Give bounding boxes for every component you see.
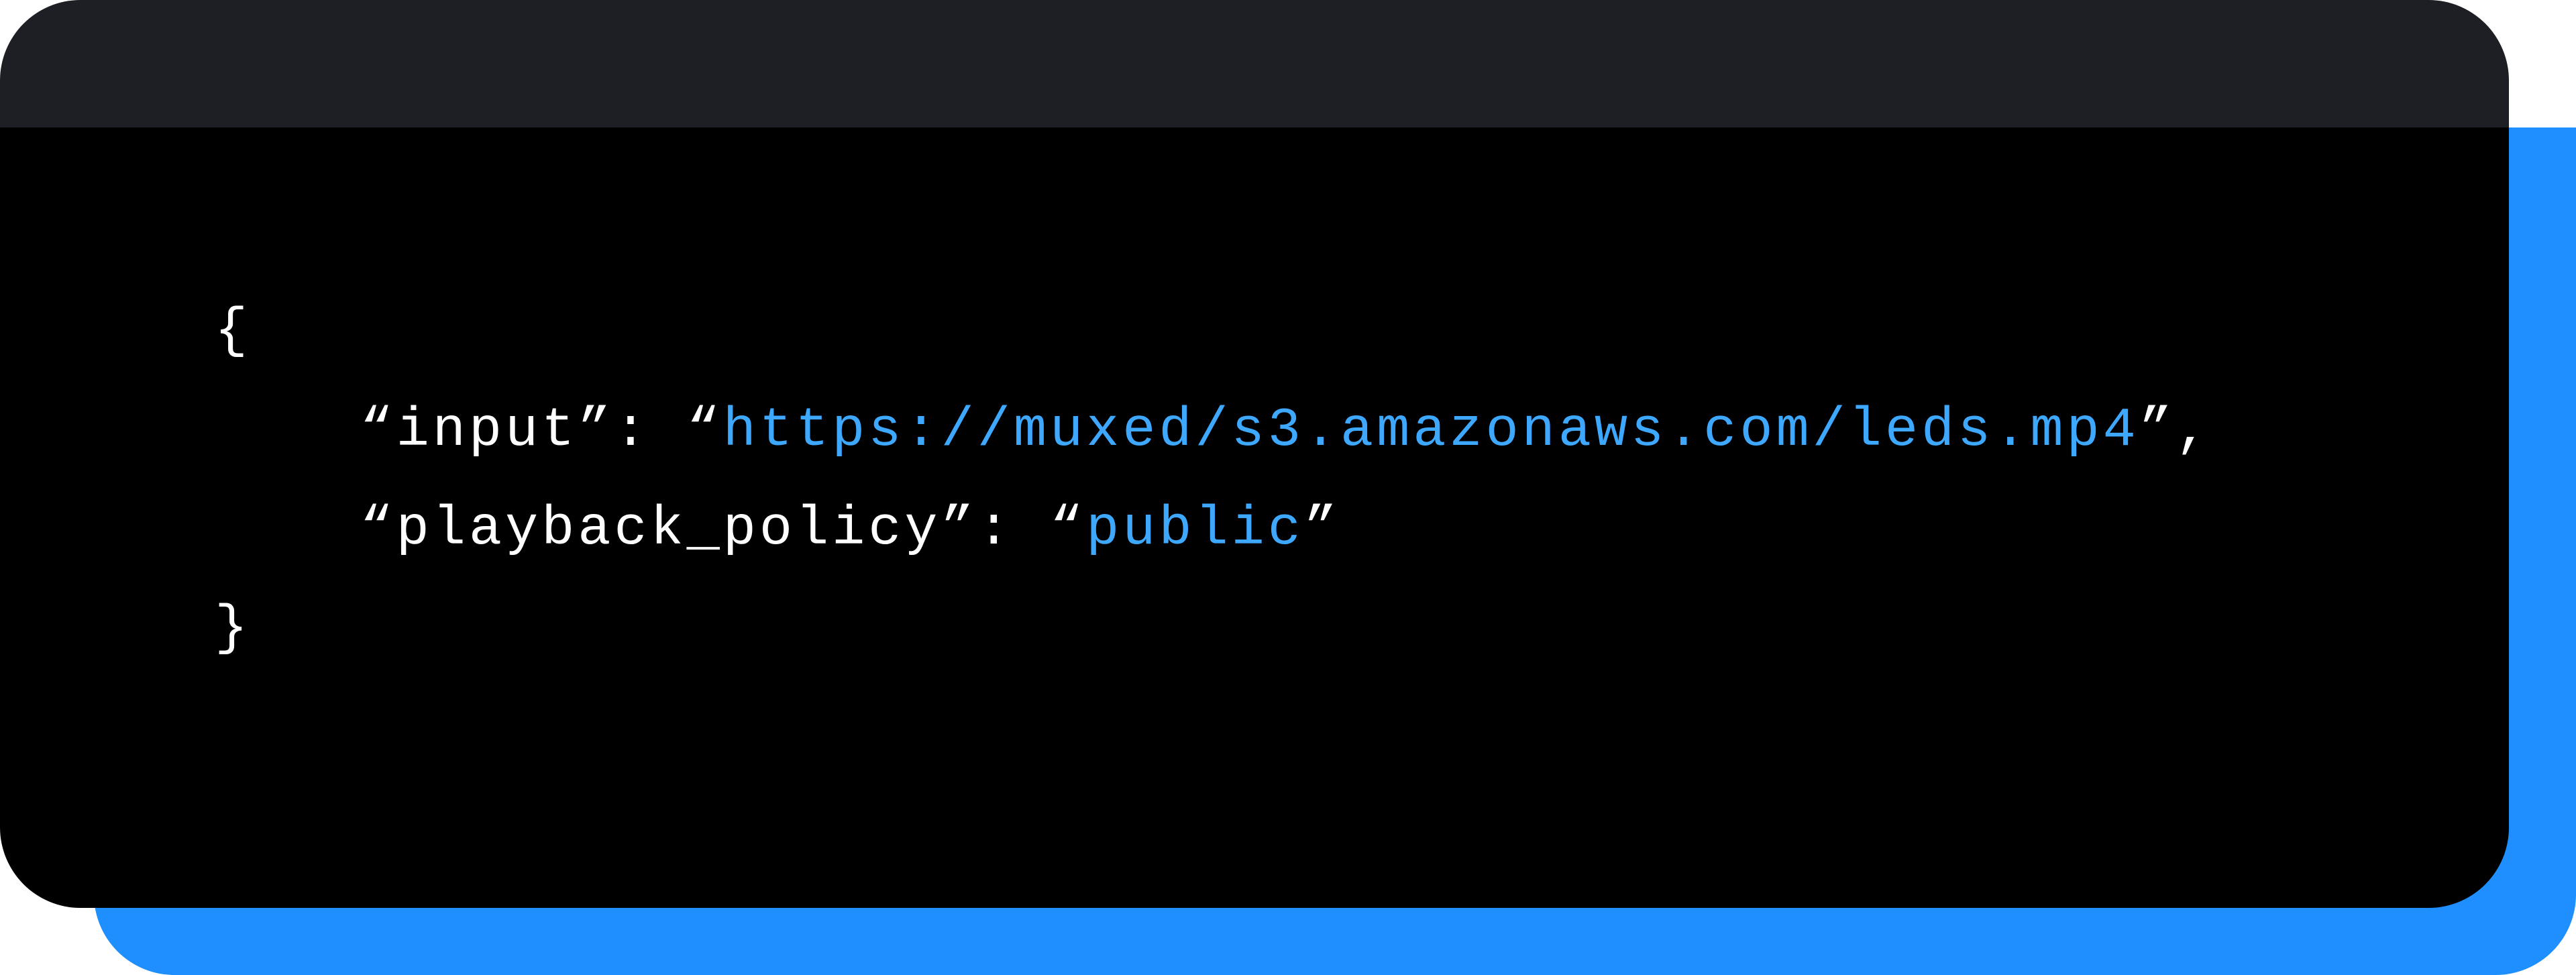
code-line-input-value: https://muxed/s3.amazonaws.com/leds.mp4 [723,399,2139,462]
code-card: { “input”: “https://muxed/s3.amazonaws.c… [0,0,2509,908]
code-line-input-key: “input”: “ [215,399,723,462]
code-line-input-suffix: ”, [2139,399,2212,462]
code-line-open-brace: { [215,300,251,362]
card-wrapper: { “input”: “https://muxed/s3.amazonaws.c… [0,0,2576,975]
code-line-playback-suffix: ” [1304,498,1340,560]
card-header-bar [0,0,2509,127]
code-line-playback-value: public [1086,498,1304,560]
code-block: { “input”: “https://muxed/s3.amazonaws.c… [0,127,2509,908]
code-line-close-brace: } [215,597,251,660]
code-line-playback-key: “playback_policy”: “ [215,498,1086,560]
